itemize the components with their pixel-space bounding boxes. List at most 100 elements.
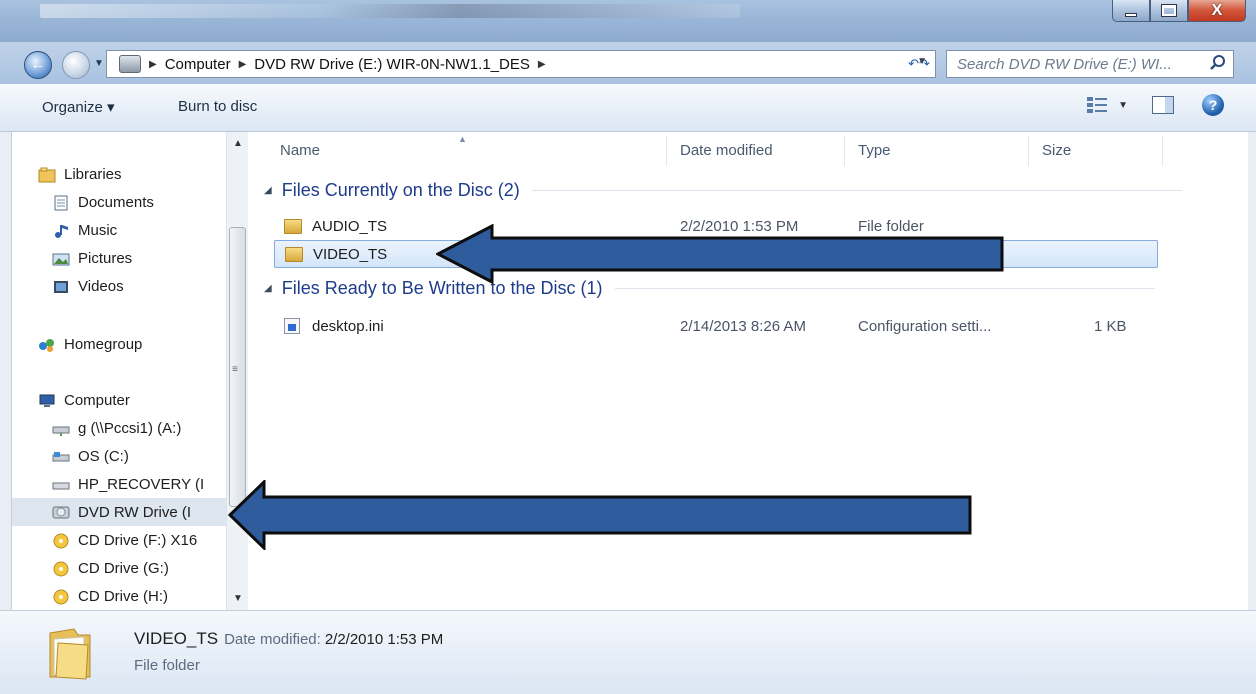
refresh-icon: ↶↷: [908, 56, 930, 71]
computer-icon: [38, 393, 56, 409]
nav-item-label: Music: [78, 222, 118, 239]
search-box[interactable]: [946, 50, 1234, 78]
nav-item-dvd-rw-drive[interactable]: DVD RW Drive (I: [12, 498, 247, 526]
details-title: VIDEO_TS Date modified: 2/2/2010 1:53 PM: [134, 629, 443, 649]
nav-item-label: OS (C:): [78, 448, 129, 465]
breadcrumb-dvd-drive[interactable]: DVD RW Drive (E:) WIR-0N-NW1.1_DES: [254, 56, 530, 73]
title-bar[interactable]: X: [0, 0, 1256, 42]
change-view-icon[interactable]: [1086, 96, 1108, 114]
nav-item-label: HP_RECOVERY (I: [78, 476, 205, 493]
nav-item-computer[interactable]: Computer: [38, 392, 130, 409]
details-date-label: Date modified:: [224, 631, 321, 648]
nav-item-label: Pictures: [78, 250, 133, 267]
ini-file-icon: [284, 318, 300, 334]
nav-item-label: CD Drive (F:) X16: [78, 532, 198, 549]
scroll-down-icon[interactable]: ▼: [233, 593, 243, 604]
libraries-icon: [38, 167, 56, 183]
preview-pane-icon[interactable]: [1152, 96, 1174, 114]
nav-item-label: CD Drive (G:): [78, 560, 169, 577]
nav-item-libraries[interactable]: Libraries: [38, 166, 122, 183]
nav-item-music[interactable]: Music: [52, 222, 117, 239]
column-header-date-modified[interactable]: Date modified: [680, 142, 773, 159]
dvd-drive-icon: [119, 55, 141, 73]
help-icon[interactable]: ?: [1202, 94, 1224, 116]
nav-item-videos[interactable]: Videos: [52, 278, 124, 295]
column-header-name[interactable]: Name: [280, 142, 320, 159]
cd-icon: [52, 533, 70, 549]
file-date: 2/14/2013 8:26 AM: [680, 317, 806, 335]
column-divider[interactable]: [1028, 136, 1029, 166]
command-bar: Organize ▾ Burn to disc ▼ ?: [0, 84, 1256, 132]
nav-item-label: Videos: [78, 278, 124, 295]
homegroup-icon: [38, 337, 56, 353]
nav-item-cd-drive-f[interactable]: CD Drive (F:) X16: [52, 532, 197, 549]
details-pane: VIDEO_TS Date modified: 2/2/2010 1:53 PM F…: [0, 610, 1256, 694]
file-size: 1 KB: [1094, 317, 1127, 335]
scroll-grip-icon: ≡: [232, 364, 238, 375]
nav-item-pictures[interactable]: Pictures: [52, 250, 132, 267]
scroll-up-icon[interactable]: ▲: [233, 138, 243, 149]
documents-icon: [52, 195, 70, 211]
details-type: File folder: [134, 657, 200, 674]
videos-icon: [52, 279, 70, 295]
collapse-triangle-icon[interactable]: ◢: [264, 185, 272, 196]
drive-icon: [52, 477, 70, 493]
details-date: 2/2/2010 1:53 PM: [324, 631, 444, 648]
nav-item-documents[interactable]: Documents: [52, 194, 154, 211]
folder-large-icon: [49, 628, 91, 680]
toolbar-right: ▼ ?: [1086, 94, 1256, 116]
search-icon[interactable]: [1209, 54, 1227, 72]
annotation-arrow-video-ts: [436, 224, 1004, 284]
column-divider[interactable]: [844, 136, 845, 166]
nav-item-label: g (\\Pccsi1) (A:): [78, 420, 182, 437]
minimize-button[interactable]: [1112, 0, 1150, 22]
close-button[interactable]: X: [1188, 0, 1246, 22]
window-left-edge: [0, 132, 12, 610]
nav-item-os-c[interactable]: OS (C:): [52, 448, 129, 465]
nav-item-homegroup[interactable]: Homegroup: [38, 336, 142, 353]
nav-item-hp-recovery[interactable]: HP_RECOVERY (I: [52, 476, 204, 493]
breadcrumb-computer[interactable]: Computer: [165, 56, 231, 73]
cd-icon: [52, 589, 70, 605]
nav-item-cd-drive-g[interactable]: CD Drive (G:): [52, 560, 169, 577]
recent-pages-dropdown[interactable]: ▼: [94, 58, 104, 69]
music-icon: [52, 223, 70, 239]
group-header-on-disc[interactable]: ◢ Files Currently on the Disc (2): [264, 180, 1182, 201]
chevron-right-icon[interactable]: ▶: [538, 59, 546, 70]
annotation-arrow-dvd-drive: [228, 480, 972, 550]
address-bar[interactable]: ▶ Computer ▶ DVD RW Drive (E:) WIR-0N-NW…: [106, 50, 936, 78]
maximize-button[interactable]: [1150, 0, 1188, 22]
nav-item-cd-drive-h[interactable]: CD Drive (H:): [52, 588, 168, 605]
back-arrow-icon: ←: [30, 56, 46, 73]
forward-arrow-icon: →: [68, 56, 84, 73]
nav-item-label: Homegroup: [64, 336, 143, 353]
window-right-edge: [1248, 132, 1256, 610]
refresh-button[interactable]: ↶↷: [904, 52, 934, 76]
file-row-desktop-ini[interactable]: desktop.ini 2/14/2013 8:26 AM Configurat…: [274, 312, 1158, 340]
folder-icon: [284, 218, 302, 234]
nav-item-network-drive-a[interactable]: g (\\Pccsi1) (A:): [52, 420, 181, 437]
folder-icon: [285, 246, 303, 262]
column-header-type[interactable]: Type: [858, 142, 891, 159]
forward-button[interactable]: →: [62, 51, 90, 79]
column-divider[interactable]: [666, 136, 667, 166]
collapse-triangle-icon[interactable]: ◢: [264, 283, 272, 294]
chevron-right-icon[interactable]: ▶: [149, 59, 157, 70]
file-type: Configuration setti...: [858, 317, 992, 335]
maximize-icon: [1161, 4, 1177, 17]
nav-item-label: Computer: [64, 392, 130, 409]
column-header-size[interactable]: Size: [1042, 142, 1071, 159]
close-icon: X: [1211, 1, 1223, 19]
details-name: VIDEO_TS: [134, 629, 219, 648]
hard-drive-icon: [52, 449, 70, 465]
back-button[interactable]: ←: [24, 51, 52, 79]
organize-button[interactable]: Organize ▾: [42, 98, 115, 116]
group-divider: [531, 190, 1182, 191]
file-name: AUDIO_TS: [312, 217, 388, 235]
column-divider[interactable]: [1162, 136, 1163, 166]
burn-to-disc-button[interactable]: Burn to disc: [178, 98, 257, 115]
view-options-dropdown[interactable]: ▼: [1118, 100, 1128, 111]
minimize-icon: [1125, 12, 1137, 17]
chevron-right-icon[interactable]: ▶: [239, 59, 247, 70]
search-input[interactable]: [957, 55, 1207, 73]
